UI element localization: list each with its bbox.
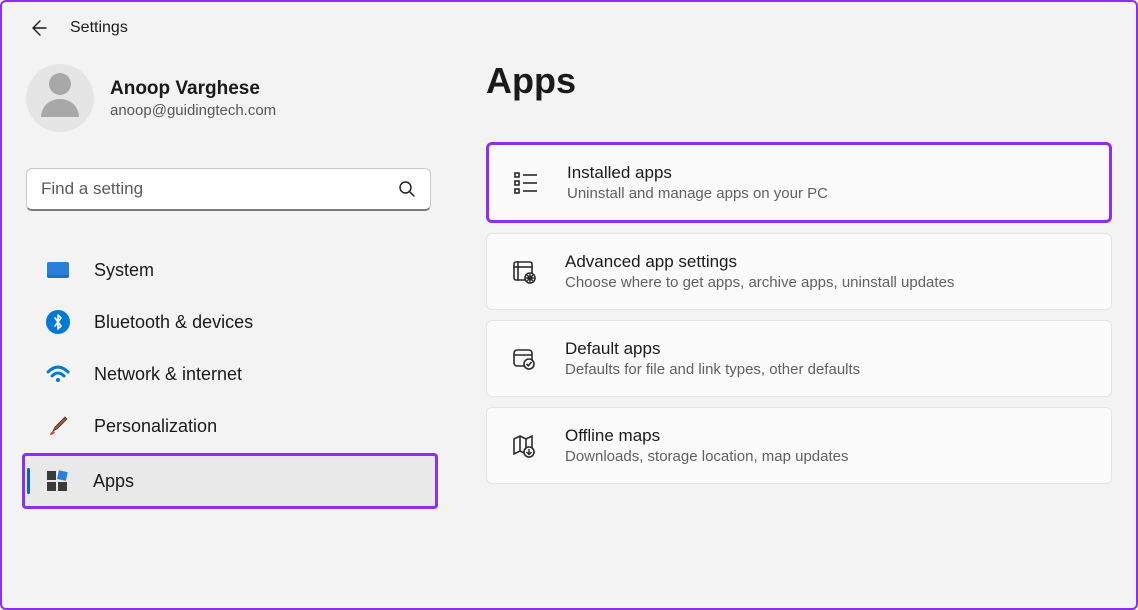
sidebar-item-system[interactable]: System xyxy=(26,245,446,295)
default-apps-icon xyxy=(509,344,539,374)
card-title: Advanced app settings xyxy=(565,252,954,272)
card-subtitle: Choose where to get apps, archive apps, … xyxy=(565,274,954,291)
card-subtitle: Downloads, storage location, map updates xyxy=(565,448,849,465)
avatar xyxy=(26,64,94,132)
sidebar-item-label: Personalization xyxy=(94,416,217,437)
card-advanced-settings[interactable]: Advanced app settings Choose where to ge… xyxy=(486,233,1112,310)
card-title: Installed apps xyxy=(567,163,828,183)
page-title: Apps xyxy=(486,60,1112,102)
card-subtitle: Uninstall and manage apps on your PC xyxy=(567,185,828,202)
sidebar-item-network[interactable]: Network & internet xyxy=(26,349,446,399)
bluetooth-icon xyxy=(46,310,70,334)
search-input[interactable] xyxy=(41,179,398,199)
sidebar-item-bluetooth[interactable]: Bluetooth & devices xyxy=(26,297,446,347)
offline-maps-icon xyxy=(509,431,539,461)
profile-email: anoop@guidingtech.com xyxy=(110,102,276,119)
search-icon xyxy=(398,180,416,198)
installed-apps-icon xyxy=(511,168,541,198)
sidebar-nav: System Bluetooth & devices Network & int… xyxy=(26,245,446,509)
apps-icon xyxy=(45,469,69,493)
card-title: Offline maps xyxy=(565,426,849,446)
wifi-icon xyxy=(46,362,70,386)
card-offline-maps[interactable]: Offline maps Downloads, storage location… xyxy=(486,407,1112,484)
system-icon xyxy=(46,258,70,282)
card-list: Installed apps Uninstall and manage apps… xyxy=(486,142,1112,484)
sidebar-item-label: Bluetooth & devices xyxy=(94,312,253,333)
card-default-apps[interactable]: Default apps Defaults for file and link … xyxy=(486,320,1112,397)
card-installed-apps[interactable]: Installed apps Uninstall and manage apps… xyxy=(486,142,1112,223)
window-title: Settings xyxy=(70,19,128,37)
advanced-settings-icon xyxy=(509,257,539,287)
search-box[interactable] xyxy=(26,168,431,211)
sidebar-item-label: System xyxy=(94,260,154,281)
back-button[interactable] xyxy=(26,16,50,40)
sidebar-item-apps[interactable]: Apps xyxy=(22,453,438,509)
profile-section[interactable]: Anoop Varghese anoop@guidingtech.com xyxy=(26,64,446,132)
card-title: Default apps xyxy=(565,339,860,359)
sidebar-item-personalization[interactable]: Personalization xyxy=(26,401,446,451)
sidebar-item-label: Network & internet xyxy=(94,364,242,385)
brush-icon xyxy=(46,414,70,438)
profile-name: Anoop Varghese xyxy=(110,78,276,100)
card-subtitle: Defaults for file and link types, other … xyxy=(565,361,860,378)
sidebar-item-label: Apps xyxy=(93,471,134,492)
